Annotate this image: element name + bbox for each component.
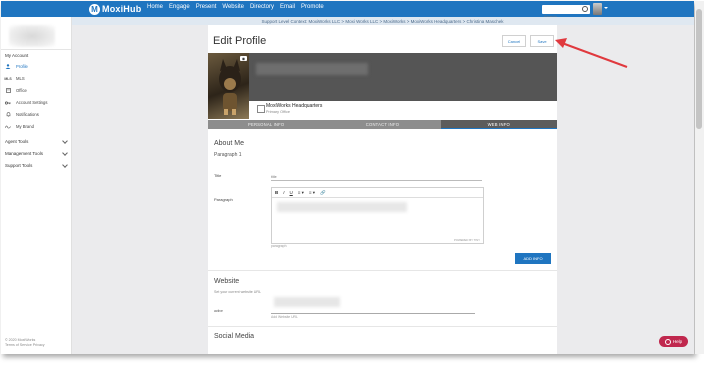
website-field-label: active <box>214 309 223 313</box>
nav-promote[interactable]: Promote <box>301 4 324 10</box>
profile-header-band <box>208 53 557 101</box>
bell-icon <box>5 112 11 117</box>
office-name: MoxiWorks Headquarters <box>266 103 323 109</box>
profile-photo[interactable] <box>208 53 249 119</box>
sidebar-item-my-brand[interactable]: My Brand <box>5 124 34 129</box>
social-media-heading: Social Media <box>214 333 255 340</box>
sidebar-section-support-tools[interactable]: Support Tools <box>5 163 32 168</box>
sidebar-item-label: Notifications <box>16 112 39 117</box>
key-icon <box>5 100 11 105</box>
sidebar-item-profile[interactable]: Profile <box>5 64 28 69</box>
nav-email[interactable]: Email <box>280 4 295 10</box>
sidebar-item-label: Account Settings <box>16 100 48 105</box>
nav-home[interactable]: Home <box>147 4 163 10</box>
powered-by-tiny[interactable]: POWERED BY TINY <box>454 238 480 242</box>
person-icon <box>5 64 11 69</box>
bold-button[interactable]: B <box>275 190 278 195</box>
profile-name-blurred <box>256 63 368 75</box>
mls-icon: MLS <box>4 76 12 81</box>
building-icon <box>5 88 11 93</box>
camera-icon[interactable]: ◉ <box>240 56 247 61</box>
website-url-blurred <box>274 297 340 307</box>
sidebar-item-label: Profile <box>16 64 28 69</box>
sidebar-item-account-settings[interactable]: Account Settings <box>5 100 47 105</box>
logo-text: MoxiHub <box>102 4 142 14</box>
sidebar: My Account Profile MLS MLS Office Accoun… <box>1 17 72 354</box>
about-me-heading: About Me <box>214 140 244 147</box>
nav-present[interactable]: Present <box>196 4 217 10</box>
website-subheading: Set your current website URL <box>214 290 261 294</box>
tab-personal-info[interactable]: PERSONAL INFO <box>208 120 324 129</box>
link-icon[interactable]: 🔗 <box>320 190 326 196</box>
title-field[interactable] <box>271 174 482 181</box>
chevron-down-icon[interactable] <box>604 7 608 9</box>
editor-toolbar: B I U ≡ ▾ ≡ ▾ 🔗 <box>272 188 483 198</box>
sidebar-avatar <box>9 25 55 47</box>
tab-contact-info[interactable]: CONTACT INFO <box>324 120 440 129</box>
section-divider <box>208 326 557 327</box>
numbered-list-button[interactable]: ≡ ▾ <box>309 190 315 196</box>
scrollbar-thumb[interactable] <box>696 9 702 129</box>
sidebar-item-label: My Brand <box>16 124 34 129</box>
sidebar-item-mls[interactable]: MLS MLS <box>4 76 25 81</box>
sidebar-section-agent-tools[interactable]: Agent Tools <box>5 139 28 144</box>
sidebar-divider <box>1 49 71 50</box>
paragraph-hint: paragraph <box>271 244 287 248</box>
website-url-field[interactable] <box>271 313 475 314</box>
scrollbar[interactable] <box>695 1 704 354</box>
top-navbar: M MoxiHub Home Engage Present Website Di… <box>1 1 694 20</box>
sidebar-section-management-tools[interactable]: Management Tools <box>5 151 43 156</box>
section-divider <box>208 270 557 271</box>
website-heading: Website <box>214 278 240 285</box>
bullet-list-button[interactable]: ≡ ▾ <box>298 190 304 196</box>
office-label: Primary Office <box>266 110 290 114</box>
page-title: Edit Profile <box>213 35 267 47</box>
footer-links[interactable]: Terms of Service Privacy <box>5 343 45 348</box>
user-avatar[interactable] <box>593 3 602 15</box>
sidebar-item-label: MLS <box>16 76 25 81</box>
nav-website[interactable]: Website <box>222 4 244 10</box>
help-button[interactable]: Help <box>659 336 688 347</box>
underline-button[interactable]: U <box>290 190 293 195</box>
chevron-down-icon[interactable] <box>62 138 68 144</box>
chevron-down-icon[interactable] <box>62 162 68 168</box>
signature-icon <box>5 124 11 129</box>
sidebar-footer: © 2020 MoxiWorks Terms of Service Privac… <box>5 338 45 348</box>
building-icon <box>257 105 265 113</box>
sidebar-item-office[interactable]: Office <box>5 88 27 93</box>
moxihub-logo[interactable]: M MoxiHub <box>89 3 141 15</box>
paragraph-subheading: Paragraph 1 <box>214 152 242 158</box>
help-label: Help <box>672 339 683 344</box>
italic-button[interactable]: I <box>283 190 284 195</box>
title-label: Title <box>214 173 222 178</box>
main-nav: Home Engage Present Website Directory Em… <box>147 4 324 10</box>
save-button[interactable]: Save <box>530 35 554 47</box>
website-hint: Add Website URL <box>271 315 298 319</box>
paragraph-label: Paragraph <box>214 197 233 202</box>
add-info-button[interactable]: ADD INFO <box>515 253 551 264</box>
sidebar-section-my-account[interactable]: My Account <box>5 53 28 58</box>
editor-text-blurred <box>277 202 407 212</box>
profile-tabs: PERSONAL INFO CONTACT INFO WEB INFO <box>208 120 557 129</box>
nav-directory[interactable]: Directory <box>250 4 274 10</box>
search-box <box>542 5 590 20</box>
logo-icon: M <box>89 3 100 15</box>
sidebar-item-label: Office <box>16 88 27 93</box>
tab-web-info[interactable]: WEB INFO <box>440 120 557 129</box>
nav-engage[interactable]: Engage <box>169 4 190 10</box>
sidebar-item-notifications[interactable]: Notifications <box>5 112 39 117</box>
chevron-down-icon[interactable] <box>62 150 68 156</box>
edit-profile-card: Edit Profile Cancel Save ◉ MoxiWorks Hea… <box>208 25 557 354</box>
chat-bubble-icon <box>664 338 671 345</box>
search-icon[interactable] <box>582 6 588 12</box>
support-context-banner: Support Level Context: MoxiWorks LLC > M… <box>71 17 694 25</box>
app-window: M MoxiHub Home Engage Present Website Di… <box>1 1 694 354</box>
cancel-button[interactable]: Cancel <box>502 35 526 47</box>
paragraph-editor[interactable]: B I U ≡ ▾ ≡ ▾ 🔗 POWERED BY TINY <box>271 187 484 244</box>
